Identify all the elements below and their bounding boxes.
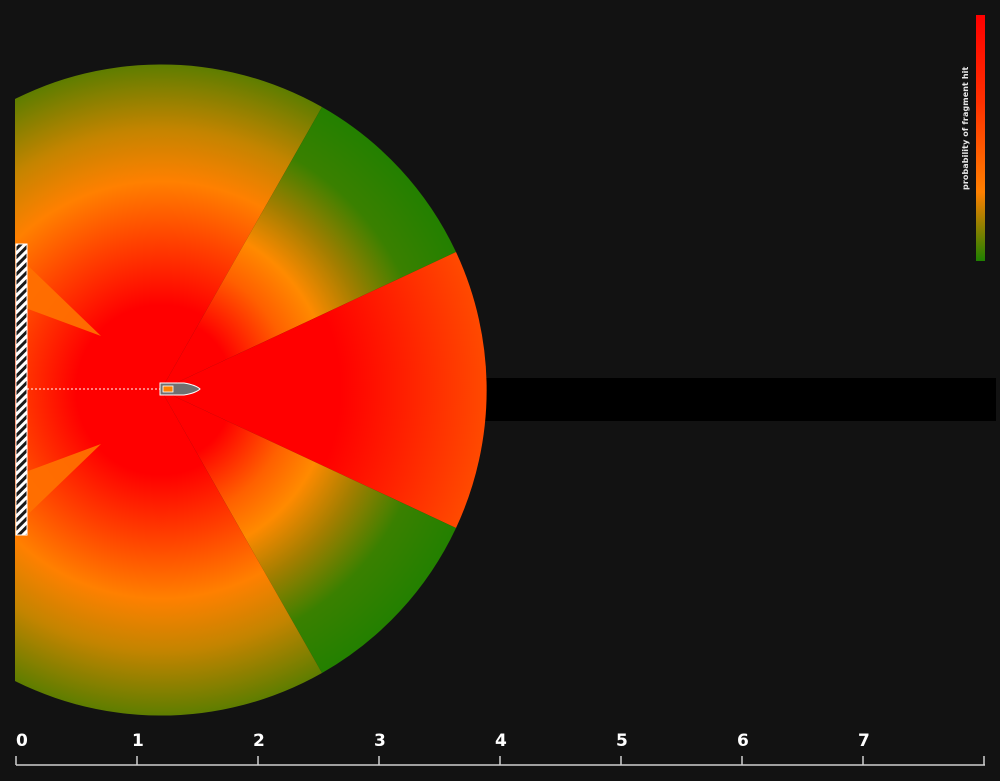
scale-tick-label: 4 <box>495 731 507 751</box>
scale-tick-label: 7 <box>858 731 870 751</box>
scale-tick-label: 0 <box>16 731 28 751</box>
shadow-beam <box>484 378 996 421</box>
hatched-plate-icon <box>15 243 28 536</box>
legend-title: probability of fragment hit <box>961 66 970 190</box>
fragment-scene: 0 1 2 3 4 5 6 7 <box>0 0 1000 781</box>
scale-tick-label: 2 <box>253 731 265 751</box>
scale-tick-label: 1 <box>132 731 144 751</box>
scale-tick-label: 6 <box>737 731 749 751</box>
scale-tick-label: 3 <box>374 731 386 751</box>
legend-color-bar <box>976 15 985 261</box>
scale-tick-label: 5 <box>616 731 628 751</box>
